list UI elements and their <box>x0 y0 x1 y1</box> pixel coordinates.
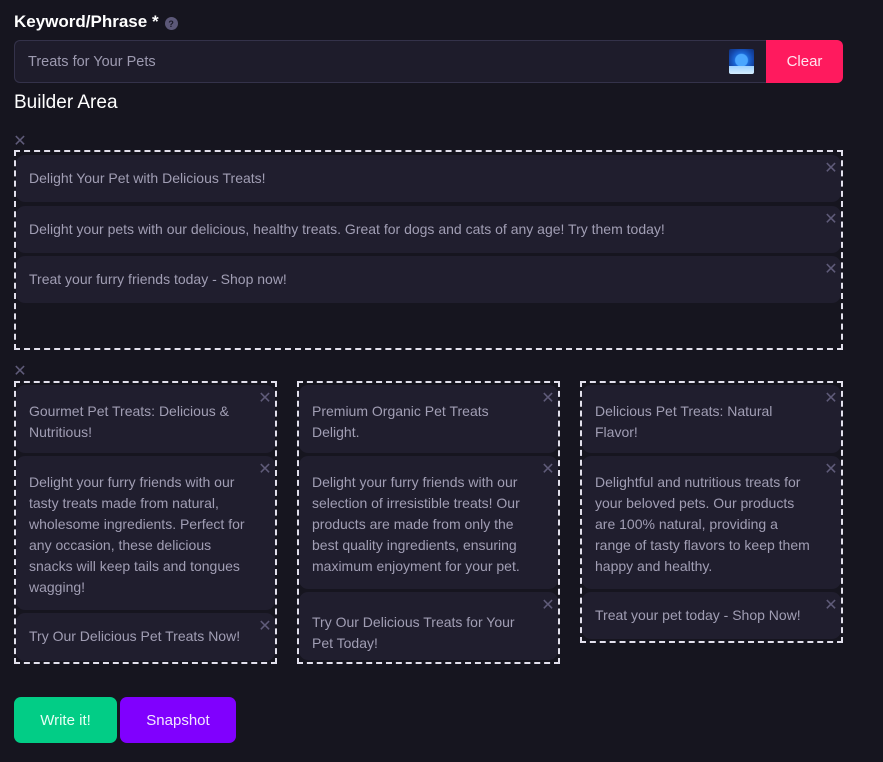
description-card[interactable]: Delight your furry friends with our tast… <box>16 456 275 610</box>
close-icon[interactable]: ✕ <box>823 462 839 478</box>
card-text: Try Our Delicious Treats for Your Pet To… <box>312 614 515 651</box>
close-icon[interactable]: ✕ <box>257 391 273 407</box>
card-text: Try Our Delicious Pet Treats Now! <box>29 628 241 644</box>
remove-group-1-close-icon[interactable]: ✕ <box>12 134 28 150</box>
builder-area-title: Builder Area <box>14 92 118 113</box>
description-card[interactable]: Delightful and nutritious treats for you… <box>582 456 841 589</box>
cta-card[interactable]: Try Our Delicious Pet Treats Now! ✕ <box>16 613 275 661</box>
close-icon[interactable]: ✕ <box>540 462 556 478</box>
description-card[interactable]: Delight your pets with our delicious, he… <box>16 206 841 253</box>
close-icon[interactable]: ✕ <box>823 598 839 614</box>
close-icon[interactable]: ✕ <box>823 262 839 278</box>
blue-orb-extension-icon[interactable] <box>729 49 754 74</box>
keyword-label: Keyword/Phrase * <box>14 12 159 31</box>
builder-group-3[interactable]: Premium Organic Pet Treats Delight. ✕ De… <box>297 381 560 664</box>
close-icon[interactable]: ✕ <box>540 598 556 614</box>
write-it-button[interactable]: Write it! <box>14 697 117 743</box>
description-card[interactable]: Delight your furry friends with our sele… <box>299 456 558 589</box>
close-icon[interactable]: ✕ <box>823 212 839 228</box>
card-text: Delightful and nutritious treats for you… <box>595 474 810 574</box>
card-text: Treat your pet today - Shop Now! <box>595 607 801 623</box>
close-icon[interactable]: ✕ <box>257 619 273 635</box>
remove-row-close-icon[interactable]: ✕ <box>12 364 28 380</box>
keyword-label-row: Keyword/Phrase * ? <box>14 12 178 32</box>
cta-card[interactable]: Treat your pet today - Shop Now! ✕ <box>582 592 841 639</box>
cta-card[interactable]: Try Our Delicious Treats for Your Pet To… <box>299 592 558 660</box>
card-text: Gourmet Pet Treats: Delicious & Nutritio… <box>29 403 229 440</box>
keyword-input-group: Clear <box>14 40 843 83</box>
builder-group-2[interactable]: Gourmet Pet Treats: Delicious & Nutritio… <box>14 381 277 664</box>
question-mark-icon[interactable]: ? <box>164 17 178 30</box>
card-text: Delight your pets with our delicious, he… <box>29 221 665 237</box>
headline-card[interactable]: Premium Organic Pet Treats Delight. ✕ <box>299 385 558 453</box>
close-icon[interactable]: ✕ <box>823 391 839 407</box>
cta-card[interactable]: Treat your furry friends today - Shop no… <box>16 256 841 303</box>
snapshot-button[interactable]: Snapshot <box>120 697 236 743</box>
card-text: Delight your furry friends with our tast… <box>29 474 245 595</box>
card-text: Treat your furry friends today - Shop no… <box>29 271 287 287</box>
close-icon[interactable]: ✕ <box>257 462 273 478</box>
keyword-input[interactable] <box>14 40 766 83</box>
builder-group-4[interactable]: Delicious Pet Treats: Natural Flavor! ✕ … <box>580 381 843 643</box>
headline-card[interactable]: Gourmet Pet Treats: Delicious & Nutritio… <box>16 385 275 453</box>
card-text: Premium Organic Pet Treats Delight. <box>312 403 489 440</box>
card-text: Delight Your Pet with Delicious Treats! <box>29 170 266 186</box>
card-text: Delicious Pet Treats: Natural Flavor! <box>595 403 773 440</box>
clear-button[interactable]: Clear <box>766 40 843 83</box>
headline-card[interactable]: Delight Your Pet with Delicious Treats! … <box>16 155 841 202</box>
headline-card[interactable]: Delicious Pet Treats: Natural Flavor! ✕ <box>582 385 841 453</box>
close-icon[interactable]: ✕ <box>823 161 839 177</box>
card-text: Delight your furry friends with our sele… <box>312 474 520 574</box>
close-icon[interactable]: ✕ <box>540 391 556 407</box>
builder-group-1[interactable]: Delight Your Pet with Delicious Treats! … <box>14 150 843 350</box>
